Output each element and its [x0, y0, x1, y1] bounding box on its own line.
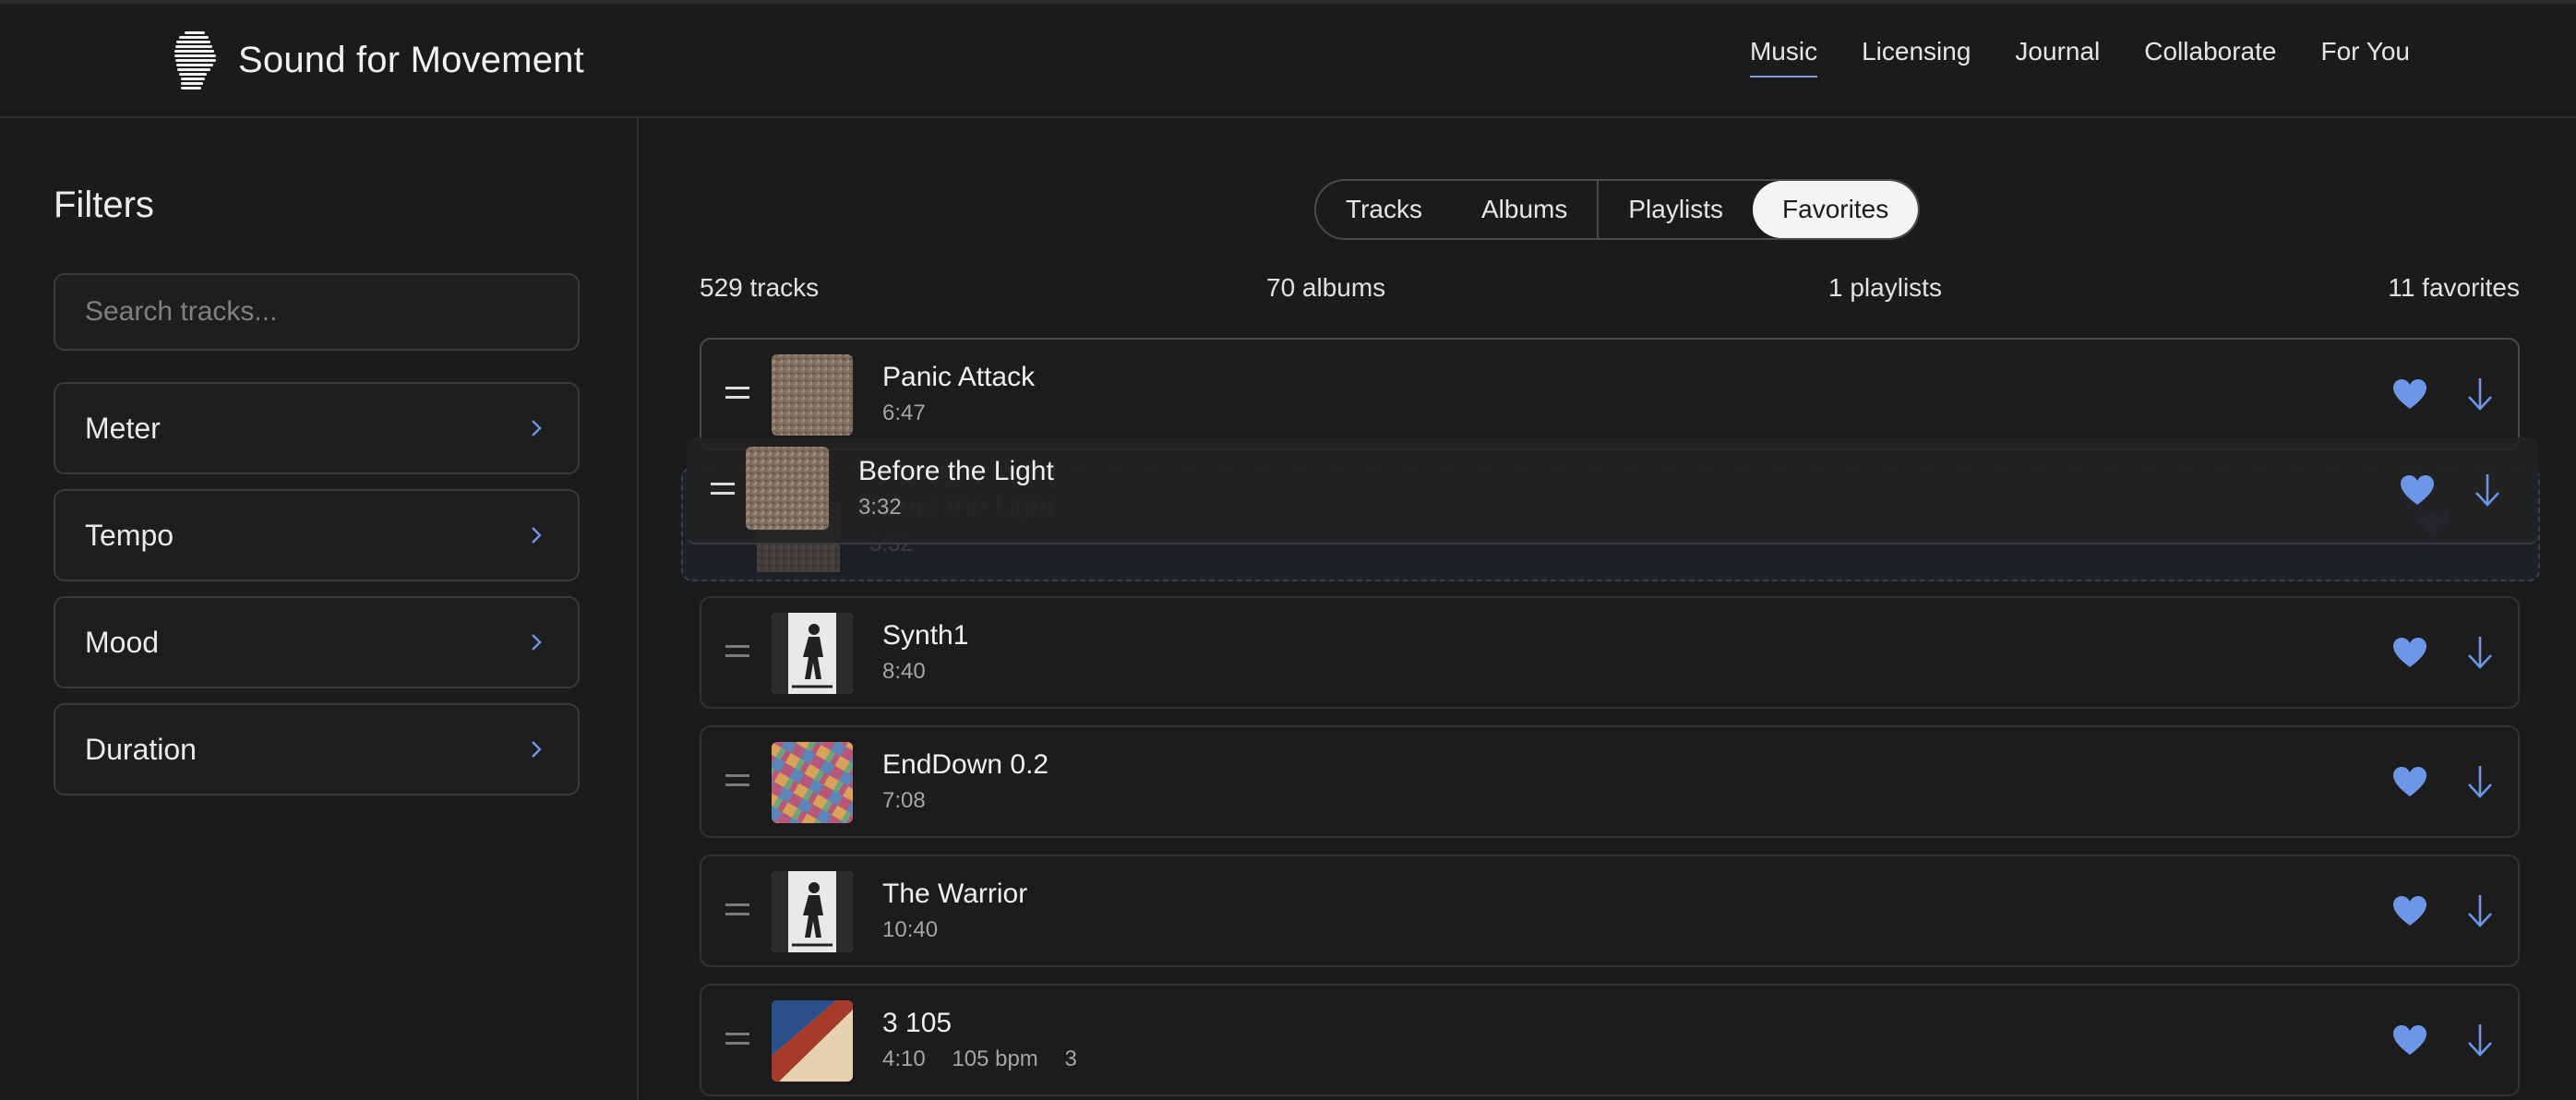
head-profile-icon: [174, 31, 216, 90]
track-title[interactable]: Panic Attack: [882, 362, 1035, 393]
filter-meter[interactable]: Meter: [54, 382, 580, 474]
track-title[interactable]: Before the Light: [858, 456, 1054, 487]
track-meter: 3: [1064, 1046, 1077, 1071]
heart-icon[interactable]: [2392, 637, 2427, 668]
track-title[interactable]: Synth1: [882, 620, 968, 652]
filter-duration[interactable]: Duration: [54, 703, 580, 795]
download-icon[interactable]: [2474, 472, 2501, 508]
filter-tempo[interactable]: Tempo: [54, 489, 580, 581]
track-duration: 4:10: [882, 1046, 926, 1071]
library-counts: 529 tracks 70 albums 1 playlists 11 favo…: [700, 273, 2520, 310]
filter-label: Duration: [85, 732, 197, 766]
heart-icon[interactable]: [2392, 895, 2427, 927]
brand[interactable]: Sound for Movement: [172, 30, 584, 90]
heart-icon[interactable]: [2400, 474, 2435, 506]
filter-mood[interactable]: Mood: [54, 596, 580, 688]
track-meta: 10:40: [882, 917, 958, 943]
drag-handle-icon[interactable]: [711, 483, 735, 497]
filter-label: Tempo: [85, 518, 174, 552]
playlists-count: 1 playlists: [1828, 273, 1942, 302]
heart-icon[interactable]: [2392, 1024, 2427, 1056]
album-art: [772, 613, 853, 694]
chevron-right-icon: [532, 527, 542, 544]
album-art: [772, 871, 853, 952]
nav-licensing[interactable]: Licensing: [1862, 37, 1971, 78]
filters-sidebar: Filters Meter Tempo Mood Duration: [0, 118, 639, 1100]
view-tabs: Tracks Albums Playlists Favorites: [1314, 179, 1921, 240]
heart-icon[interactable]: [2392, 766, 2427, 797]
main-nav: Music Licensing Journal Collaborate For …: [1706, 37, 2410, 78]
album-art: [772, 354, 853, 436]
tracks-count: 529 tracks: [700, 273, 820, 302]
track-duration: 7:08: [882, 788, 926, 813]
download-icon[interactable]: [2466, 764, 2494, 799]
track-row[interactable]: The Warrior 10:40: [700, 855, 2520, 967]
track-meta: 8:40: [882, 659, 946, 685]
download-icon[interactable]: [2466, 377, 2494, 412]
albums-count: 70 albums: [1266, 273, 1386, 302]
track-row[interactable]: Synth1 8:40: [700, 596, 2520, 709]
favorites-count: 11 favorites: [2388, 273, 2520, 302]
tab-playlists[interactable]: Playlists: [1597, 181, 1753, 238]
track-title[interactable]: The Warrior: [882, 879, 1027, 910]
nav-music[interactable]: Music: [1749, 37, 1818, 78]
track-row[interactable]: 3 105 4:10 105 bpm 3: [700, 984, 2520, 1096]
track-duration: 3:32: [858, 495, 902, 520]
drag-handle-icon[interactable]: [725, 645, 749, 660]
track-title[interactable]: EndDown 0.2: [882, 749, 1048, 781]
drag-handle-icon[interactable]: [725, 387, 749, 401]
download-icon[interactable]: [2466, 635, 2494, 670]
track-row[interactable]: Panic Attack 6:47: [700, 338, 2520, 450]
tab-albums[interactable]: Albums: [1452, 181, 1597, 238]
chevron-right-icon: [532, 634, 542, 651]
top-header: Sound for Movement Music Licensing Journ…: [0, 0, 2576, 118]
track-meta: 3:32: [858, 495, 922, 520]
chevron-right-icon: [532, 741, 542, 758]
filter-label: Mood: [85, 625, 160, 659]
track-row-dragging[interactable]: Before the Light 3:32: [687, 437, 2538, 544]
track-duration: 10:40: [882, 917, 939, 942]
track-duration: 8:40: [882, 659, 926, 684]
drag-handle-icon[interactable]: [725, 774, 749, 789]
chevron-right-icon: [532, 420, 542, 436]
album-art: [772, 742, 853, 823]
download-icon[interactable]: [2466, 1022, 2494, 1058]
album-art: [772, 1000, 853, 1082]
brand-name: Sound for Movement: [238, 39, 584, 80]
nav-for-you[interactable]: For You: [2320, 37, 2410, 78]
heart-icon[interactable]: [2392, 378, 2427, 410]
track-meta: 6:47: [882, 401, 946, 426]
album-art: [746, 447, 829, 530]
tab-favorites[interactable]: Favorites: [1753, 181, 1919, 238]
track-bpm: 105 bpm: [952, 1046, 1038, 1071]
drag-handle-icon[interactable]: [725, 903, 749, 918]
nav-collaborate[interactable]: Collaborate: [2144, 37, 2276, 78]
drag-handle-icon[interactable]: [725, 1033, 749, 1047]
download-icon[interactable]: [2466, 893, 2494, 928]
filters-title: Filters: [54, 185, 154, 225]
track-meta: 4:10 105 bpm 3: [882, 1046, 1097, 1072]
tab-tracks[interactable]: Tracks: [1316, 181, 1452, 238]
nav-journal[interactable]: Journal: [2015, 37, 2100, 78]
track-row[interactable]: EndDown 0.2 7:08: [700, 725, 2520, 838]
track-title[interactable]: 3 105: [882, 1008, 952, 1039]
search-input[interactable]: [54, 273, 580, 351]
track-meta: 7:08: [882, 788, 946, 814]
track-duration: 6:47: [882, 401, 926, 425]
filter-label: Meter: [85, 411, 161, 445]
